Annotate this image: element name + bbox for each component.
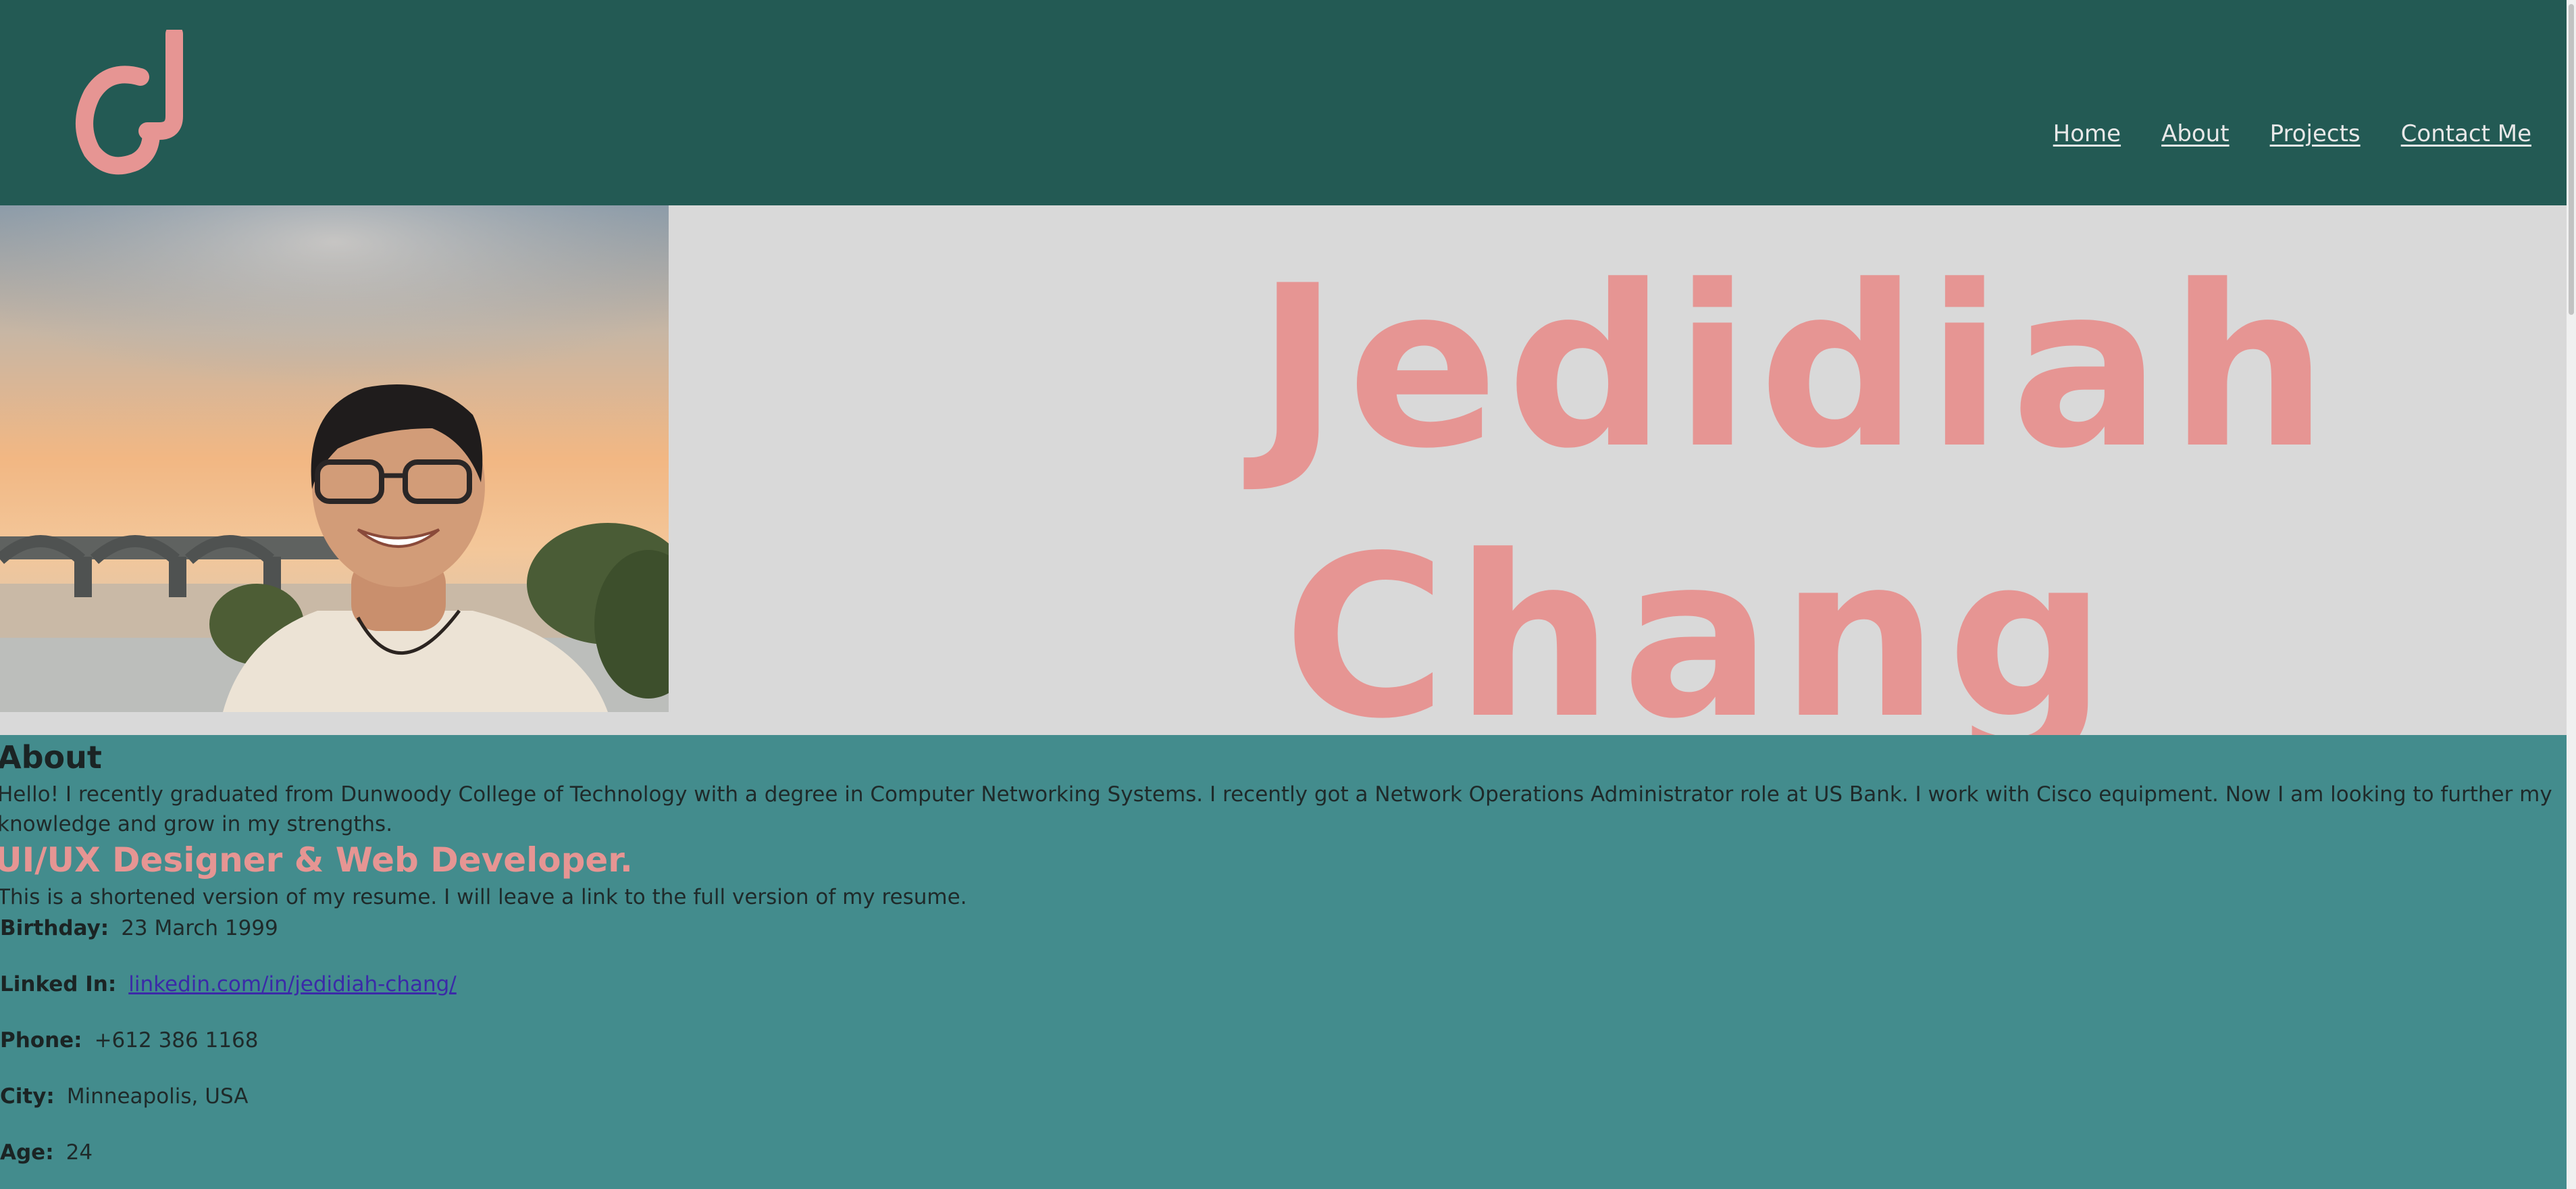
page: Home About Projects Contact Me Jedidiah …	[0, 0, 2576, 1189]
fact-label: Linked In:	[0, 972, 117, 996]
fact-label: Phone:	[0, 1028, 82, 1053]
vertical-scrollbar[interactable]	[2567, 0, 2576, 1189]
site-header: Home About Projects Contact Me	[0, 0, 2567, 205]
hero-last-name: Chang	[1283, 508, 2115, 767]
fact-city: City: Minneapolis, USA	[0, 1082, 457, 1138]
fact-value: 24	[66, 1140, 93, 1165]
hero-name: Jedidiah Chang	[1256, 232, 2336, 773]
nav-projects-link[interactable]: Projects	[2270, 120, 2361, 147]
about-heading: About	[0, 739, 102, 776]
fact-phone: Phone: +612 386 1168	[0, 1026, 457, 1082]
fact-birthday: Birthday: 23 March 1999	[0, 913, 457, 969]
scrollbar-thumb[interactable]	[2569, 4, 2574, 315]
hero-first-name: Jedidiah	[1256, 238, 2336, 497]
fact-value: +612 386 1168	[94, 1028, 259, 1053]
nav-home-link[interactable]: Home	[2053, 120, 2121, 147]
hero-section: Jedidiah Chang	[0, 205, 2567, 767]
main-nav: Home About Projects Contact Me	[2053, 120, 2531, 147]
logo-icon[interactable]	[68, 30, 186, 178]
fact-value: Minneapolis, USA	[66, 1084, 249, 1109]
about-section: About Hello! I recently graduated from D…	[0, 735, 2567, 1189]
resume-note: This is a shortened version of my resume…	[0, 885, 967, 909]
fact-label: Age:	[0, 1140, 54, 1165]
facts-list: Birthday: 23 March 1999 Linked In: linkedi…	[0, 913, 457, 1189]
profile-photo	[0, 205, 669, 712]
fact-label: City:	[0, 1084, 55, 1109]
about-intro: Hello! I recently graduated from Dunwood…	[0, 782, 2552, 836]
role-heading: UI/UX Designer & Web Developer.	[0, 840, 633, 880]
nav-about-link[interactable]: About	[2161, 120, 2230, 147]
fact-linkedin: Linked In: linkedin.com/in/jedidiah-chang…	[0, 969, 457, 1026]
linkedin-link[interactable]: linkedin.com/in/jedidiah-chang/	[128, 972, 457, 996]
fact-value: 23 March 1999	[121, 916, 278, 940]
nav-contact-link[interactable]: Contact Me	[2401, 120, 2531, 147]
fact-age: Age: 24	[0, 1138, 457, 1189]
fact-label: Birthday:	[0, 916, 109, 940]
